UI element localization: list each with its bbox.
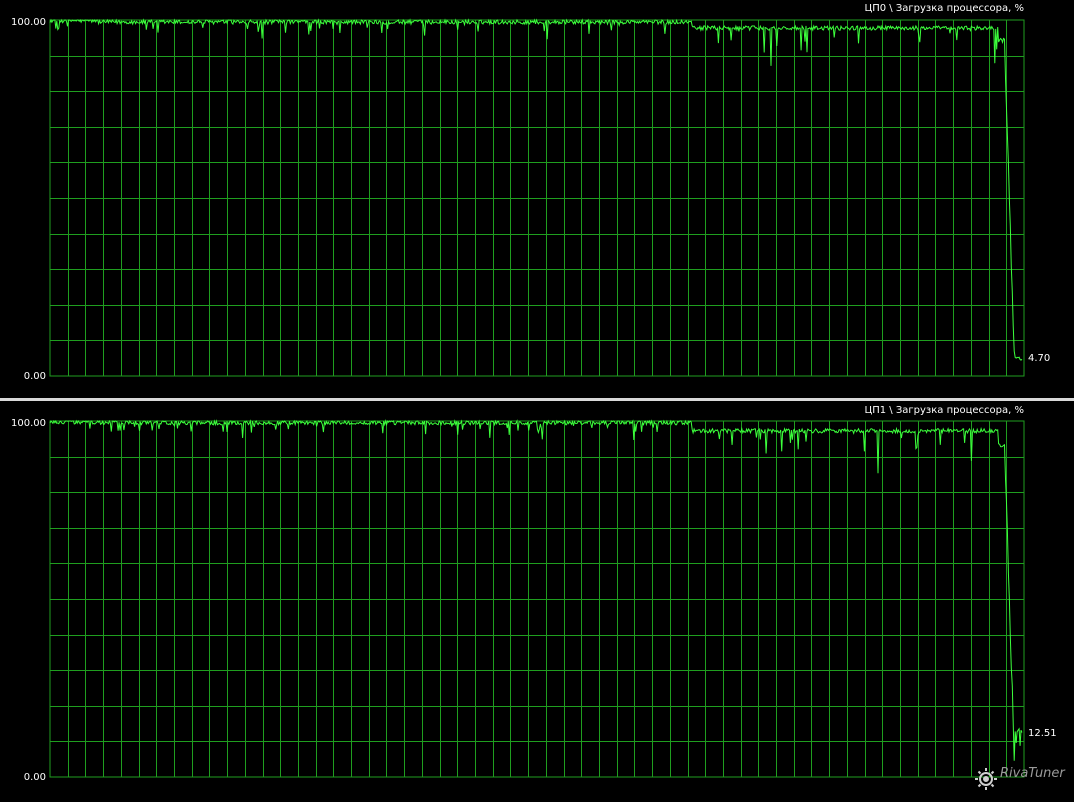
last-value-label: 4.70 bbox=[1028, 353, 1050, 364]
grid bbox=[50, 20, 1024, 376]
cpu1-load-chart: ЦП1 \ Загрузка процессора, % 100.00 0.00… bbox=[11, 405, 1057, 783]
cpu1-load-series bbox=[49, 419, 1023, 761]
chart-title: ЦП0 \ Загрузка процессора, % bbox=[864, 3, 1024, 14]
last-value-label: 12.51 bbox=[1028, 728, 1057, 739]
cpu0-load-chart: ЦП0 \ Загрузка процессора, % 100.00 0.00… bbox=[11, 3, 1050, 382]
y-tick-max: 100.00 bbox=[11, 418, 46, 429]
watermark-text: RivaTuner bbox=[1000, 766, 1066, 781]
grid bbox=[50, 421, 1024, 777]
y-tick-min: 0.00 bbox=[24, 772, 46, 783]
rivatuner-logo: RivaTuner bbox=[975, 766, 1066, 790]
chart-title: ЦП1 \ Загрузка процессора, % bbox=[864, 405, 1024, 416]
y-tick-max: 100.00 bbox=[11, 17, 46, 28]
cpu1-load-panel: ЦП1 \ Загрузка процессора, % 100.00 0.00… bbox=[0, 401, 1074, 802]
cpu0-load-series bbox=[49, 18, 1023, 361]
y-tick-min: 0.00 bbox=[24, 371, 46, 382]
gear-icon bbox=[975, 768, 997, 790]
cpu0-load-panel: ЦП0 \ Загрузка процессора, % 100.00 0.00… bbox=[0, 0, 1074, 398]
